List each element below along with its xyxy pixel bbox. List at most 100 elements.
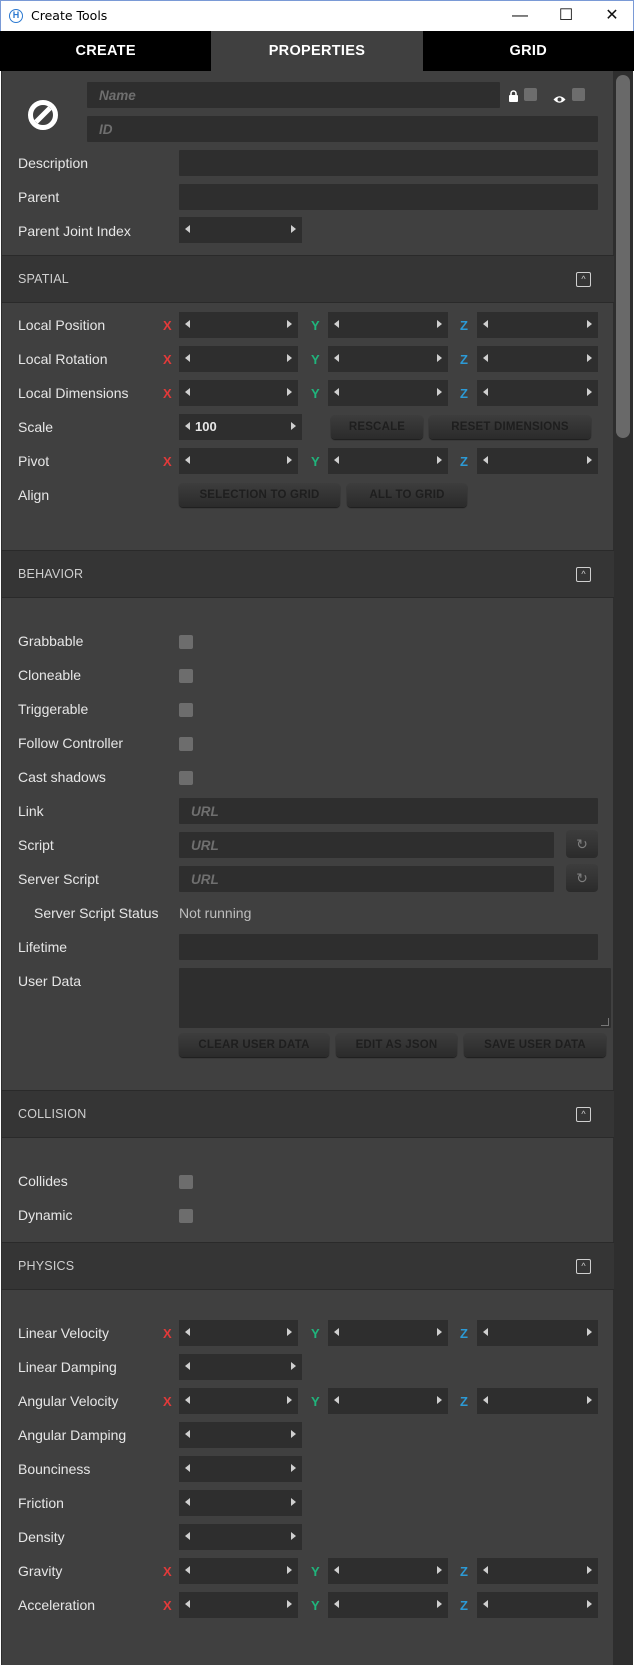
edit-as-json-button[interactable]: EDIT AS JSON <box>336 1033 457 1057</box>
pivot-label: Pivot <box>18 453 50 469</box>
linear-velocity-label: Linear Velocity <box>18 1325 110 1341</box>
minimize-button[interactable]: — <box>497 1 543 32</box>
triggerable-checkbox[interactable] <box>179 703 193 717</box>
local-dimensions-y[interactable] <box>328 380 448 406</box>
scrollbar[interactable] <box>613 71 633 1665</box>
behavior-section-header[interactable]: BEHAVIOR ^ <box>2 550 614 598</box>
gravity-z[interactable] <box>477 1558 598 1584</box>
rescale-button[interactable]: RESCALE <box>331 415 423 439</box>
local-rotation-x[interactable] <box>179 346 298 372</box>
local-rotation-y[interactable] <box>328 346 448 372</box>
axis-z-label: Z <box>460 1598 468 1613</box>
save-user-data-button[interactable]: SAVE USER DATA <box>464 1033 606 1057</box>
gravity-label: Gravity <box>18 1563 63 1579</box>
tab-create[interactable]: CREATE <box>0 31 211 71</box>
collides-checkbox[interactable] <box>179 1175 193 1189</box>
density-spinner[interactable] <box>179 1524 302 1550</box>
visible-checkbox[interactable] <box>572 88 585 101</box>
name-placeholder: Name <box>99 88 136 103</box>
local-position-z[interactable] <box>477 312 598 338</box>
maximize-button[interactable]: ☐ <box>543 1 589 32</box>
linear-velocity-z[interactable] <box>477 1320 598 1346</box>
collision-section-header[interactable]: COLLISION ^ <box>2 1090 614 1138</box>
scale-label: Scale <box>18 419 54 435</box>
gravity-x[interactable] <box>179 1558 298 1584</box>
close-button[interactable]: ✕ <box>589 1 634 32</box>
collapse-icon[interactable]: ^ <box>576 567 591 582</box>
local-rotation-label: Local Rotation <box>18 351 108 367</box>
pivot-y[interactable] <box>328 448 448 474</box>
friction-spinner[interactable] <box>179 1490 302 1516</box>
cast-shadows-checkbox[interactable] <box>179 771 193 785</box>
physics-section-header[interactable]: PHYSICS ^ <box>2 1242 614 1290</box>
collapse-icon[interactable]: ^ <box>576 272 591 287</box>
reload-icon[interactable]: ↻ <box>566 830 598 858</box>
linear-velocity-x[interactable] <box>179 1320 298 1346</box>
properties-panel: Name ID Description Parent Parent Joint … <box>1 71 633 1665</box>
align-label: Align <box>18 487 50 503</box>
angular-velocity-z[interactable] <box>477 1388 598 1414</box>
local-position-y[interactable] <box>328 312 448 338</box>
collapse-icon[interactable]: ^ <box>576 1107 591 1122</box>
all-to-grid-button[interactable]: ALL TO GRID <box>347 483 467 507</box>
angular-velocity-x[interactable] <box>179 1388 298 1414</box>
angular-velocity-label: Angular Velocity <box>18 1393 119 1409</box>
axis-y-label: Y <box>311 352 320 367</box>
description-input[interactable] <box>179 150 598 176</box>
locked-checkbox[interactable] <box>524 88 537 101</box>
lifetime-input[interactable] <box>179 934 598 960</box>
reset-dimensions-button[interactable]: RESET DIMENSIONS <box>429 415 591 439</box>
dynamic-checkbox[interactable] <box>179 1209 193 1223</box>
tab-properties[interactable]: PROPERTIES <box>211 31 423 71</box>
axis-z-label: Z <box>460 1394 468 1409</box>
angular-damping-label: Angular Damping <box>18 1427 127 1443</box>
user-data-textarea[interactable] <box>179 968 611 1028</box>
tab-grid[interactable]: GRID <box>423 31 634 71</box>
linear-damping-spinner[interactable] <box>179 1354 302 1380</box>
axis-y-label: Y <box>311 454 320 469</box>
local-dimensions-z[interactable] <box>477 380 598 406</box>
acceleration-z[interactable] <box>477 1592 598 1618</box>
pivot-z[interactable] <box>477 448 598 474</box>
linear-velocity-y[interactable] <box>328 1320 448 1346</box>
acceleration-y[interactable] <box>328 1592 448 1618</box>
selection-to-grid-button[interactable]: SELECTION TO GRID <box>179 483 340 507</box>
id-input[interactable]: ID <box>87 116 598 142</box>
parent-joint-index-label: Parent Joint Index <box>18 223 131 239</box>
angular-damping-spinner[interactable] <box>179 1422 302 1448</box>
script-input[interactable]: URL <box>179 832 554 858</box>
local-position-x[interactable] <box>179 312 298 338</box>
axis-y-label: Y <box>311 1326 320 1341</box>
grabbable-checkbox[interactable] <box>179 635 193 649</box>
parent-joint-index-spinner[interactable] <box>179 217 302 243</box>
angular-velocity-y[interactable] <box>328 1388 448 1414</box>
pivot-x[interactable] <box>179 448 298 474</box>
spatial-section-header[interactable]: SPATIAL ^ <box>2 255 614 303</box>
gravity-y[interactable] <box>328 1558 448 1584</box>
resize-grip-icon[interactable] <box>601 1018 609 1026</box>
axis-x-label: X <box>163 386 172 401</box>
acceleration-label: Acceleration <box>18 1597 96 1613</box>
server-script-input[interactable]: URL <box>179 866 554 892</box>
cloneable-checkbox[interactable] <box>179 669 193 683</box>
clear-user-data-button[interactable]: CLEAR USER DATA <box>179 1033 329 1057</box>
follow-controller-checkbox[interactable] <box>179 737 193 751</box>
bounciness-spinner[interactable] <box>179 1456 302 1482</box>
parent-input[interactable] <box>179 184 598 210</box>
local-dimensions-x[interactable] <box>179 380 298 406</box>
reload-icon[interactable]: ↻ <box>566 864 598 892</box>
axis-z-label: Z <box>460 318 468 333</box>
url-placeholder: URL <box>191 872 219 887</box>
grabbable-label: Grabbable <box>18 633 84 649</box>
axis-y-label: Y <box>311 318 320 333</box>
name-input[interactable]: Name <box>87 82 500 108</box>
axis-y-label: Y <box>311 1564 320 1579</box>
link-input[interactable]: URL <box>179 798 598 824</box>
collapse-icon[interactable]: ^ <box>576 1259 591 1274</box>
follow-controller-label: Follow Controller <box>18 735 124 751</box>
bounciness-label: Bounciness <box>18 1461 91 1477</box>
scrollbar-thumb[interactable] <box>616 75 630 438</box>
local-rotation-z[interactable] <box>477 346 598 372</box>
scale-spinner[interactable]: 100 <box>179 414 302 440</box>
acceleration-x[interactable] <box>179 1592 298 1618</box>
